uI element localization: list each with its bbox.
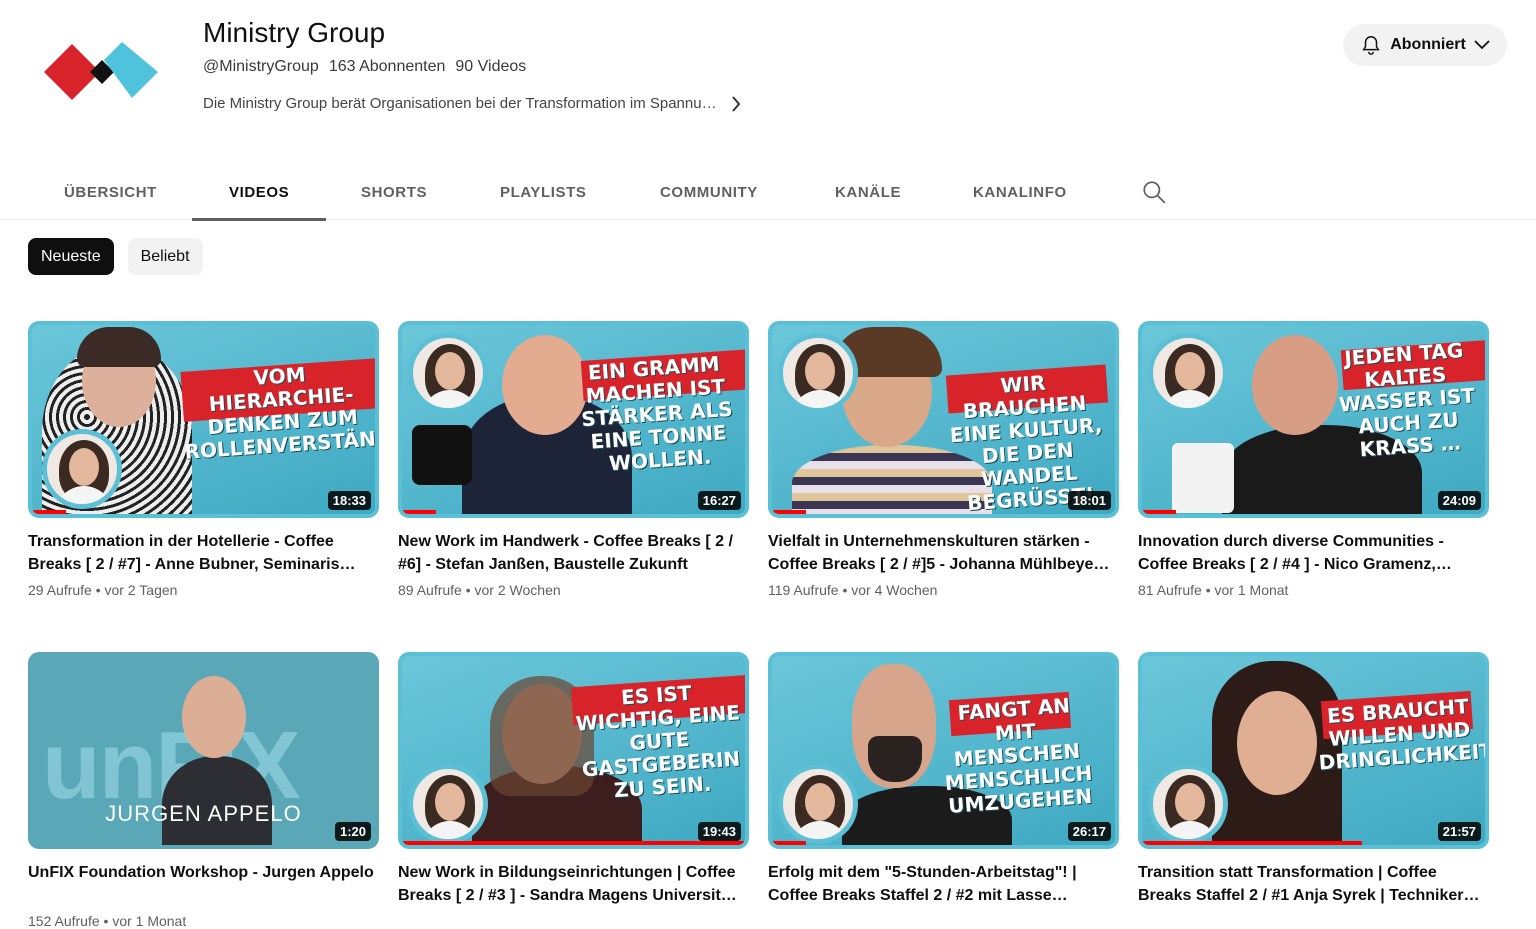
thumbnail-text: JEDEN TAG KALTES WASSER IST AUCH ZU KRAS… xyxy=(1338,337,1476,462)
video-meta: 89 Aufrufe • vor 2 Wochen xyxy=(398,582,561,598)
video-thumbnail[interactable]: unFIX JURGEN APPELO 1:20 xyxy=(28,652,379,849)
watch-progress xyxy=(772,510,806,514)
watch-progress xyxy=(1142,841,1362,845)
video-title[interactable]: New Work in Bildungseinrichtungen | Coff… xyxy=(398,861,749,907)
tab-videos[interactable]: VIDEOS xyxy=(191,165,327,221)
bell-icon xyxy=(1362,36,1380,55)
video-card[interactable]: VOM HIERARCHIE-DENKEN ZUM ROLLENVERSTÄND… xyxy=(28,321,379,598)
watch-progress xyxy=(772,841,806,845)
video-meta: 81 Aufrufe • vor 1 Monat xyxy=(1138,582,1289,598)
tab-uebersicht[interactable]: ÜBERSICHT xyxy=(64,165,157,220)
upload-age: vor 2 Tagen xyxy=(104,582,178,598)
thumbnail-text: VOM HIERARCHIE-DENKEN ZUM ROLLENVERSTÄND… xyxy=(183,362,379,464)
subscribed-button[interactable]: Abonniert xyxy=(1343,24,1507,66)
video-card[interactable]: ES BRAUCHT WILLEN UND DRINGLICHKEIT! 21:… xyxy=(1138,652,1489,907)
view-count: 119 Aufrufe xyxy=(768,582,839,598)
video-title[interactable]: Vielfalt in Unternehmenskulturen stärken… xyxy=(768,530,1119,576)
video-card[interactable]: FANGT AN MIT MENSCHEN MENSCHLICH UMZUGEH… xyxy=(768,652,1119,907)
view-count: 81 Aufrufe xyxy=(1138,582,1202,598)
video-thumbnail[interactable]: EIN GRAMM MACHEN IST STÄRKER ALS EINE TO… xyxy=(398,321,749,518)
video-duration: 18:01 xyxy=(1067,491,1111,510)
video-title[interactable]: Erfolg mit dem "5-Stunden-Arbeitstag"! |… xyxy=(768,861,1119,907)
watch-progress xyxy=(1142,510,1176,514)
video-thumbnail[interactable]: WIR BRAUCHEN EINE KULTUR, DIE DEN WANDEL… xyxy=(768,321,1119,518)
video-meta: 119 Aufrufe • vor 4 Wochen xyxy=(768,582,938,598)
watch-progress xyxy=(32,510,66,514)
video-duration: 19:43 xyxy=(697,822,741,841)
tab-kanaele[interactable]: KANÄLE xyxy=(835,165,901,220)
channel-description-text: Die Ministry Group berät Organisationen … xyxy=(203,95,717,112)
video-duration: 26:17 xyxy=(1067,822,1111,841)
chip-neueste[interactable]: Neueste xyxy=(28,238,114,275)
video-thumbnail[interactable]: ES BRAUCHT WILLEN UND DRINGLICHKEIT! 21:… xyxy=(1138,652,1489,849)
view-count: 152 Aufrufe xyxy=(28,913,100,929)
video-title[interactable]: UnFIX Foundation Workshop - Jurgen Appel… xyxy=(28,861,379,907)
watch-progress xyxy=(402,510,436,514)
thumbnail-text: ES IST WICHTIG, EINE GUTE GASTGEBERIN ZU… xyxy=(574,680,741,803)
upload-age: vor 2 Wochen xyxy=(474,582,561,598)
channel-handle: @MinistryGroup xyxy=(203,58,319,75)
video-card[interactable]: EIN GRAMM MACHEN IST STÄRKER ALS EINE TO… xyxy=(398,321,749,598)
channel-header: Ministry Group @MinistryGroup 163 Abonne… xyxy=(0,0,1536,160)
channel-name: Ministry Group xyxy=(203,17,386,48)
video-title[interactable]: Transition statt Transformation | Coffee… xyxy=(1138,861,1489,907)
chevron-down-icon xyxy=(1474,40,1490,50)
video-meta: 152 Aufrufe • vor 1 Monat xyxy=(28,913,187,929)
video-thumbnail[interactable]: JEDEN TAG KALTES WASSER IST AUCH ZU KRAS… xyxy=(1138,321,1489,518)
video-card[interactable]: JEDEN TAG KALTES WASSER IST AUCH ZU KRAS… xyxy=(1138,321,1489,598)
search-icon[interactable] xyxy=(1141,179,1167,205)
channel-tabs: ÜBERSICHT VIDEOS SHORTS PLAYLISTS COMMUN… xyxy=(0,165,1536,221)
channel-meta: @MinistryGroup 163 Abonnenten 90 Videos xyxy=(203,58,526,76)
video-duration: 16:27 xyxy=(697,491,741,510)
video-card[interactable]: unFIX JURGEN APPELO 1:20 UnFIX Foundatio… xyxy=(28,652,379,929)
thumbnail-text: ES BRAUCHT WILLEN UND DRINGLICHKEIT! xyxy=(1317,694,1489,775)
video-thumbnail[interactable]: FANGT AN MIT MENSCHEN MENSCHLICH UMZUGEH… xyxy=(768,652,1119,849)
chip-beliebt[interactable]: Beliebt xyxy=(127,238,203,275)
upload-age: vor 1 Monat xyxy=(112,913,187,929)
thumbnail-text: EIN GRAMM MACHEN IST STÄRKER ALS EINE TO… xyxy=(580,351,734,476)
tab-kanalinfo[interactable]: KANALINFO xyxy=(973,165,1067,220)
video-thumbnail[interactable]: ES IST WICHTIG, EINE GUTE GASTGEBERIN ZU… xyxy=(398,652,749,849)
watch-progress xyxy=(402,841,745,845)
upload-age: vor 4 Wochen xyxy=(851,582,938,598)
video-title[interactable]: New Work im Handwerk - Coffee Breaks [ 2… xyxy=(398,530,749,576)
tab-playlists[interactable]: PLAYLISTS xyxy=(500,165,587,220)
thumbnail-text: FANGT AN MIT MENSCHEN MENSCHLICH UMZUGEH… xyxy=(944,693,1094,818)
tab-community[interactable]: COMMUNITY xyxy=(660,165,758,220)
sort-chips: Neueste Beliebt xyxy=(28,238,203,275)
thumbnail-text: JURGEN APPELO xyxy=(105,801,302,826)
video-card[interactable]: WIR BRAUCHEN EINE KULTUR, DIE DEN WANDEL… xyxy=(768,321,1119,598)
view-count: 89 Aufrufe xyxy=(398,582,462,598)
subscriber-count: 163 Abonnenten xyxy=(328,58,446,75)
video-duration: 18:33 xyxy=(327,491,371,510)
view-count: 29 Aufrufe xyxy=(28,582,92,598)
video-duration: 21:57 xyxy=(1437,822,1481,841)
video-meta: 29 Aufrufe • vor 2 Tagen xyxy=(28,582,178,598)
video-title[interactable]: Innovation durch diverse Communities - C… xyxy=(1138,530,1489,576)
ministry-group-logo[interactable] xyxy=(38,38,164,104)
video-title[interactable]: Transformation in der Hotellerie - Coffe… xyxy=(28,530,379,576)
video-duration: 24:09 xyxy=(1437,491,1481,510)
upload-age: vor 1 Monat xyxy=(1214,582,1289,598)
video-duration: 1:20 xyxy=(334,822,371,841)
video-count: 90 Videos xyxy=(455,58,527,75)
tab-shorts[interactable]: SHORTS xyxy=(361,165,427,220)
channel-description[interactable]: Die Ministry Group berät Organisationen … xyxy=(203,95,741,112)
video-card[interactable]: ES IST WICHTIG, EINE GUTE GASTGEBERIN ZU… xyxy=(398,652,749,907)
video-thumbnail[interactable]: VOM HIERARCHIE-DENKEN ZUM ROLLENVERSTÄND… xyxy=(28,321,379,518)
subscribed-label: Abonniert xyxy=(1390,36,1466,53)
chevron-right-icon[interactable] xyxy=(731,95,741,112)
